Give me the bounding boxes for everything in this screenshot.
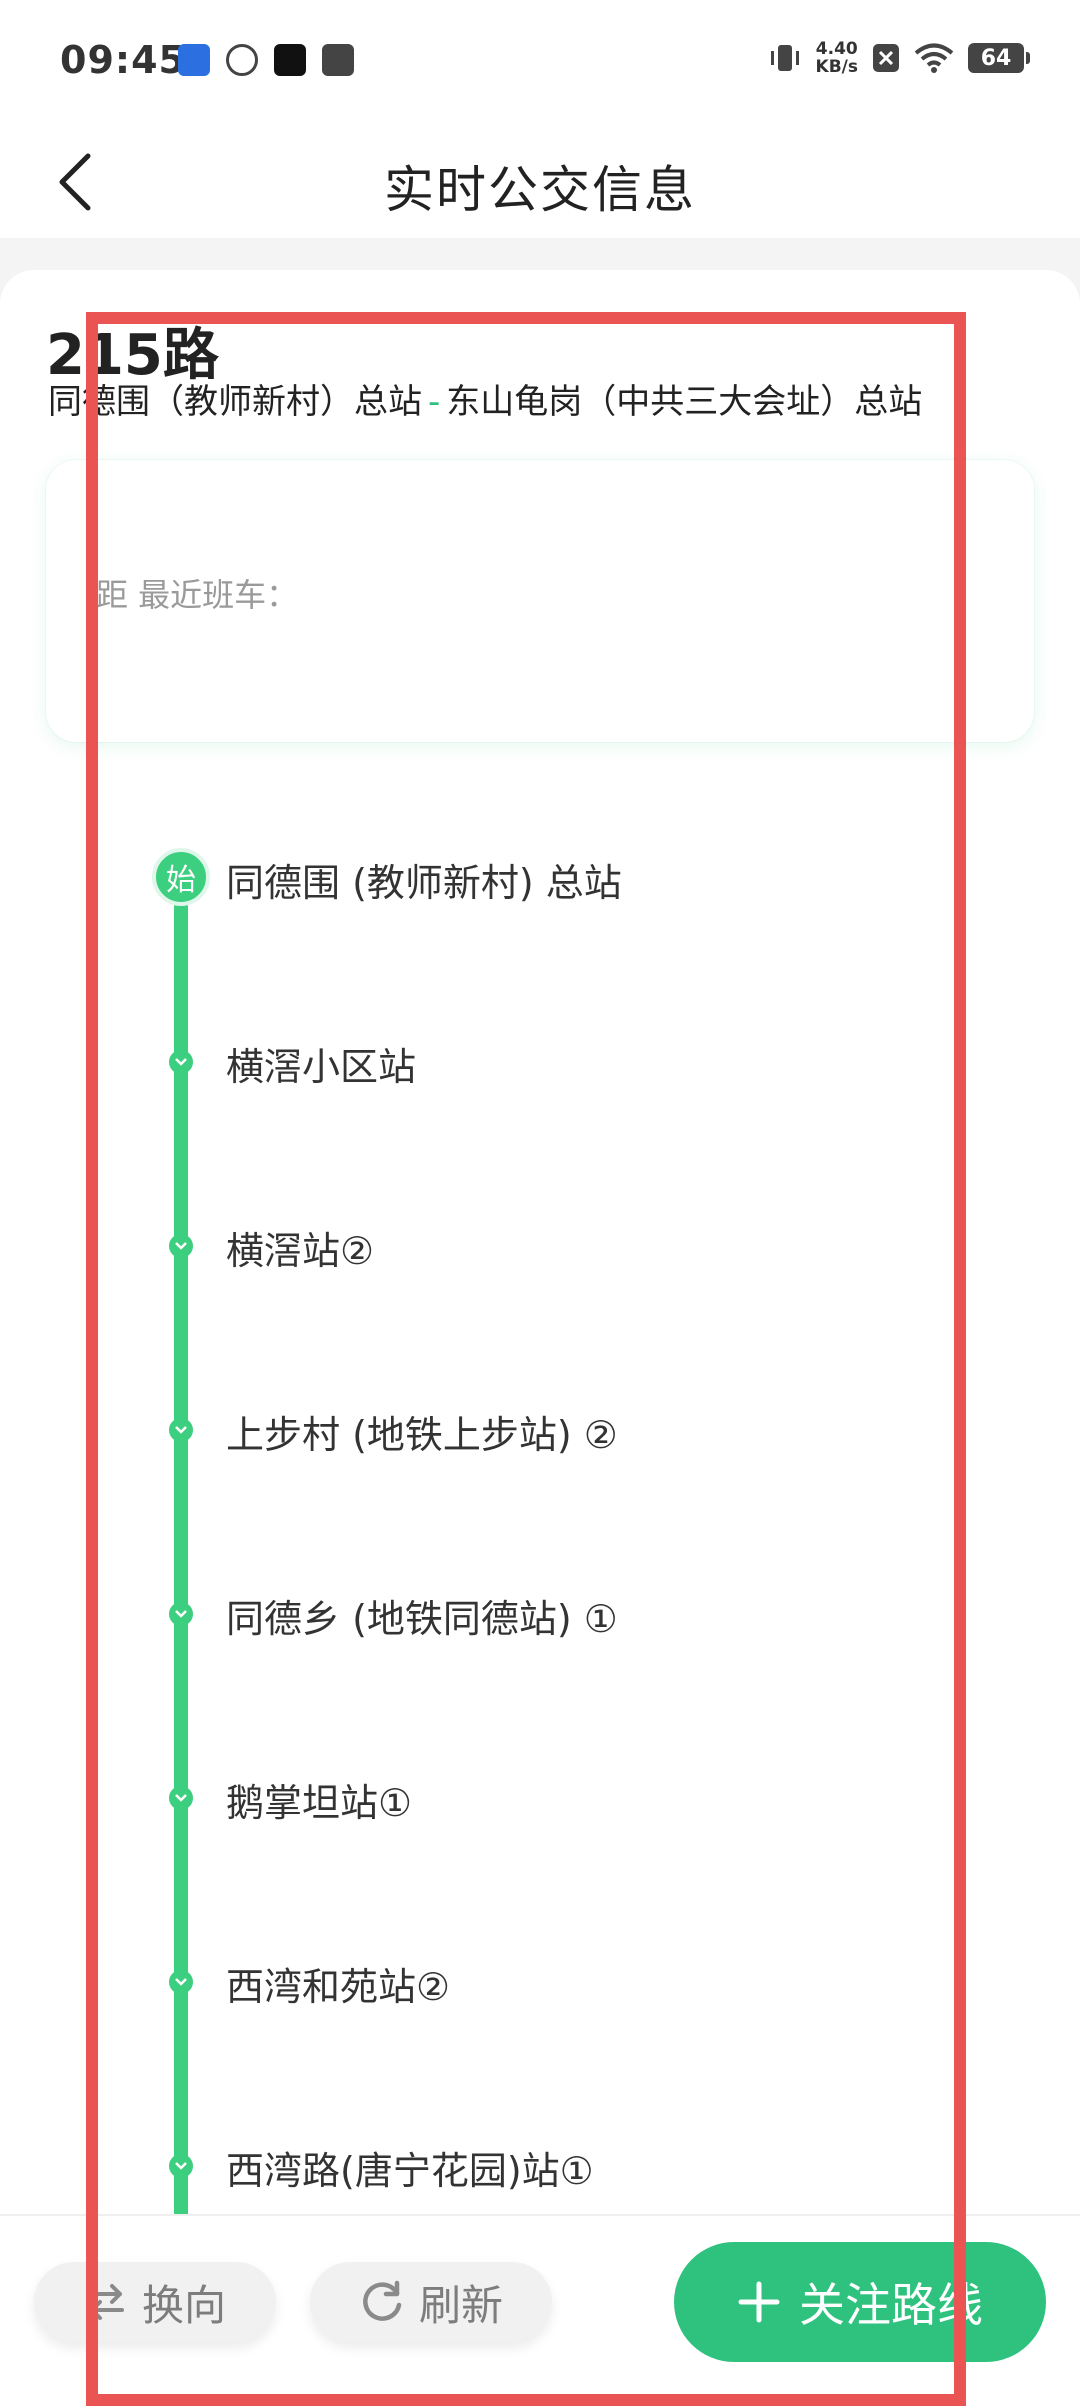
route-origin: 同德围（教师新村）总站 (48, 382, 422, 422)
refresh-label: 刷新 (418, 2280, 503, 2330)
stop-name: 同德围 (教师新村) 总站 (226, 861, 622, 905)
route-card: 215路 同德围（教师新村）总站 - 东山龟岗（中共三大会址）总站 距 最近班车： … (0, 270, 1080, 2220)
next-bus-label: 距 最近班车： (96, 576, 299, 614)
refresh-button[interactable]: 刷新 (310, 2262, 552, 2342)
chevron-down-icon (169, 1970, 193, 1994)
stop-item[interactable]: 鹅掌坦站① (0, 1758, 1080, 1838)
stop-item[interactable]: 西湾路(唐宁花园)站① (0, 2126, 1080, 2206)
start-badge: 始 (152, 848, 210, 906)
sync-icon (226, 44, 258, 76)
follow-route-label: 关注路线 (799, 2278, 983, 2332)
page-title: 实时公交信息 (384, 161, 696, 219)
route-destination: 东山龟岗（中共三大会址）总站 (446, 382, 923, 422)
stop-item[interactable]: 上步村 (地铁上步站) ② (0, 1390, 1080, 1470)
network-speed: 4.40 KB/s (816, 40, 858, 76)
no-sim-icon (873, 44, 899, 72)
swap-icon (87, 2284, 124, 2320)
bottom-bar: 换向 刷新 关注路线 (0, 2214, 1080, 2408)
message-icon (322, 44, 354, 76)
refresh-icon (363, 2280, 402, 2321)
plus-icon (738, 2281, 780, 2323)
screen: 09:45 4.40 KB/s 64 实时公交信息 215路 同德围（教师新村）… (0, 0, 1080, 2408)
stop-name: 上步村 (地铁上步站) ② (226, 1413, 618, 1457)
reverse-button[interactable]: 换向 (34, 2262, 276, 2342)
network-speed-unit: KB/s (815, 57, 858, 77)
chevron-down-icon (169, 1602, 193, 1626)
stop-name: 横滘站② (226, 1229, 375, 1273)
reverse-label: 换向 (141, 2280, 226, 2330)
stop-name: 同德乡 (地铁同德站) ① (226, 1597, 618, 1641)
wifi-icon (914, 43, 954, 73)
route-separator: - (428, 382, 441, 422)
follow-route-button[interactable]: 关注路线 (674, 2242, 1046, 2362)
next-bus-panel: 距 最近班车： (46, 460, 1034, 742)
chevron-down-icon (169, 1786, 193, 1810)
stop-name: 鹅掌坦站① (226, 1781, 413, 1825)
header: 实时公交信息 (0, 128, 1080, 238)
system-icons: 4.40 KB/s 64 (768, 40, 1030, 76)
chevron-down-icon (169, 1234, 193, 1258)
stop-item[interactable]: 同德乡 (地铁同德站) ① (0, 1574, 1080, 1654)
stop-item[interactable]: 始 同德围 (教师新村) 总站 (0, 838, 1080, 918)
status-bar: 09:45 4.40 KB/s 64 (0, 0, 1080, 128)
chevron-down-icon (169, 2154, 193, 2178)
stop-item[interactable]: 横滘小区站 (0, 1022, 1080, 1102)
tiktok-icon (274, 44, 306, 76)
app-notification-icon (178, 44, 210, 76)
stop-item[interactable]: 横滘站② (0, 1206, 1080, 1286)
network-speed-value: 4.40 (815, 39, 858, 59)
chevron-down-icon (169, 1050, 193, 1074)
notification-icons (178, 44, 354, 76)
stop-name: 西湾和苑站② (226, 1965, 451, 2009)
vibrate-icon (770, 45, 799, 71)
battery-indicator: 64 (968, 43, 1030, 73)
status-time: 09:45 (60, 38, 186, 82)
stop-name: 西湾路(唐宁花园)站① (226, 2149, 594, 2193)
stop-item[interactable]: 西湾和苑站② (0, 1942, 1080, 2022)
chevron-down-icon (169, 1418, 193, 1442)
stop-name: 横滘小区站 (226, 1045, 417, 1089)
route-terminals: 同德围（教师新村）总站 - 东山龟岗（中共三大会址）总站 (48, 374, 922, 423)
